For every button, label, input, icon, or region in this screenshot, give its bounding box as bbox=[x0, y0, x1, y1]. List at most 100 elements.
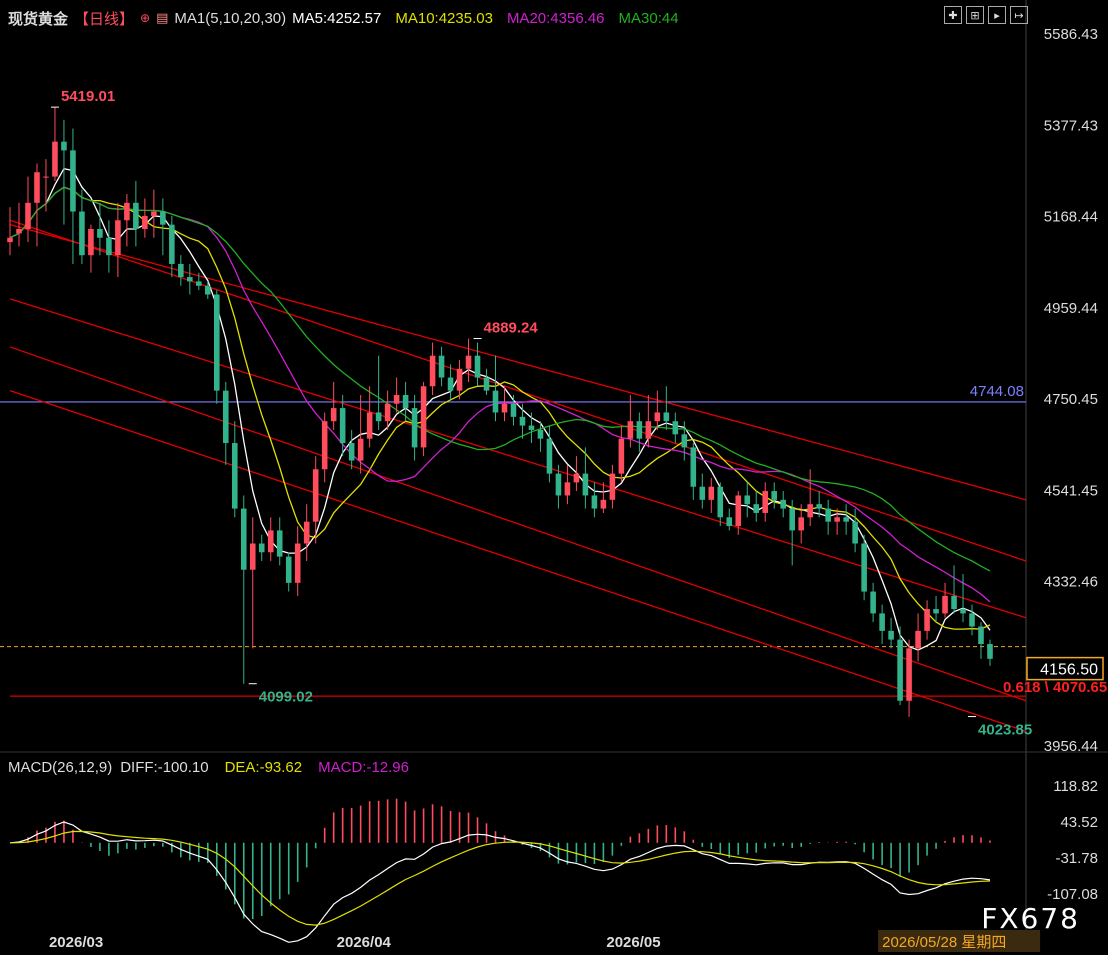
candle-body bbox=[70, 150, 76, 212]
candle-body bbox=[690, 447, 697, 487]
candle-body bbox=[879, 613, 885, 631]
candle-body bbox=[438, 355, 445, 378]
candle-body bbox=[708, 486, 715, 500]
candle-body bbox=[456, 368, 463, 391]
candle-body bbox=[735, 495, 742, 527]
current-price-label: 4156.50 bbox=[1040, 662, 1098, 679]
candle-body bbox=[978, 626, 984, 644]
macd-dea: DEA:-93.62 bbox=[224, 759, 303, 776]
price-annotation: 4023.85 bbox=[978, 722, 1032, 739]
candle-body bbox=[600, 499, 607, 509]
candle-body bbox=[618, 438, 625, 474]
candle-body bbox=[465, 355, 472, 369]
ma5-value: MA5:4252.57 bbox=[292, 9, 382, 27]
macd-diff: DIFF:-100.10 bbox=[120, 759, 209, 776]
candle-body bbox=[564, 482, 571, 496]
price-tick-label: 4541.45 bbox=[1044, 482, 1098, 499]
candle-body bbox=[151, 211, 157, 216]
candle-body bbox=[591, 495, 598, 509]
candle-body bbox=[519, 416, 526, 426]
candle-body bbox=[726, 517, 733, 527]
ma30-value: MA30:44 bbox=[618, 9, 679, 27]
candle-body bbox=[205, 285, 211, 295]
layout-icon[interactable]: ▸ bbox=[988, 6, 1006, 24]
candle-body bbox=[160, 211, 166, 225]
candle-body bbox=[762, 491, 769, 513]
macd-tick-label: -107.08 bbox=[1047, 886, 1098, 903]
candle-body bbox=[88, 229, 94, 256]
period-selector[interactable]: 【日线】 bbox=[74, 8, 134, 29]
candle-body bbox=[231, 443, 238, 509]
candle-body bbox=[870, 591, 876, 614]
candle-body bbox=[447, 377, 454, 391]
macd-tick-label: 43.52 bbox=[1060, 814, 1098, 831]
candle-body bbox=[915, 630, 921, 649]
candle-body bbox=[249, 543, 256, 570]
candle-body bbox=[789, 508, 795, 531]
symbol-title: 现货黄金 bbox=[8, 10, 69, 28]
candle-body bbox=[61, 141, 67, 151]
candle-body bbox=[240, 508, 247, 570]
candle-body bbox=[636, 421, 643, 439]
date-tick-label: 2026/05 bbox=[606, 934, 660, 951]
ma10-value: MA10:4235.03 bbox=[395, 9, 493, 27]
candle-body bbox=[861, 543, 867, 592]
candle-body bbox=[294, 543, 301, 583]
candle-body bbox=[933, 609, 939, 614]
candle-body bbox=[681, 434, 688, 448]
candle bbox=[420, 381, 427, 457]
chart-canvas: 5419.01 4099.02 4889.24 4023.85 0.618 \ 4070… bbox=[0, 0, 1108, 955]
candle-body bbox=[187, 277, 193, 282]
candle-body bbox=[330, 408, 337, 422]
candle bbox=[861, 534, 867, 601]
candle-body bbox=[888, 630, 894, 640]
candle-body bbox=[169, 224, 175, 264]
candle-body bbox=[339, 408, 346, 444]
candle-body bbox=[411, 408, 418, 448]
crosshair-icon[interactable]: ✚ bbox=[944, 6, 962, 24]
candle-body bbox=[672, 421, 679, 435]
candle-body bbox=[546, 438, 553, 474]
settings-icon[interactable]: ⊕ bbox=[140, 11, 150, 25]
candle-body bbox=[897, 639, 903, 701]
candle-body bbox=[717, 486, 724, 518]
ma20-value: MA20:4356.46 bbox=[506, 9, 605, 27]
candle-body bbox=[906, 648, 912, 701]
candle-body bbox=[780, 499, 786, 509]
candle-body bbox=[645, 421, 652, 439]
candle-body bbox=[7, 237, 13, 243]
price-tick-label: 3956.44 bbox=[1044, 738, 1098, 755]
candle-body bbox=[393, 394, 400, 404]
export-icon[interactable]: ↦ bbox=[1010, 6, 1028, 24]
grid-icon[interactable]: ⊞ bbox=[966, 6, 984, 24]
macd-params: MACD(26,12,9) bbox=[8, 759, 113, 776]
candle-body bbox=[384, 403, 391, 422]
ma-indicator-icon[interactable]: ▤ bbox=[156, 10, 168, 26]
candle-body bbox=[987, 643, 993, 659]
candle-body bbox=[942, 595, 948, 614]
candle-body bbox=[663, 412, 670, 422]
ma-params: MA1(5,10,20,30) bbox=[174, 9, 287, 27]
macd-header: MACD(26,12,9) DIFF:-100.10 DEA:-93.62 MA… bbox=[8, 759, 409, 776]
macd-tick-label: -31.78 bbox=[1055, 850, 1098, 867]
candle-body bbox=[924, 609, 930, 631]
candle-body bbox=[960, 609, 966, 614]
price-tick-label: 4959.44 bbox=[1044, 300, 1098, 317]
candle-body bbox=[429, 355, 436, 387]
candle-body bbox=[34, 172, 40, 203]
candle-body bbox=[303, 521, 310, 544]
price-tick-label: 4332.46 bbox=[1044, 574, 1098, 591]
candle-body bbox=[357, 438, 364, 461]
candle-body bbox=[375, 412, 382, 422]
chart-toolbar: ✚ ⊞ ▸ ↦ bbox=[944, 6, 1028, 24]
candle-body bbox=[483, 377, 490, 391]
candle-body bbox=[312, 469, 319, 522]
candle-body bbox=[528, 425, 535, 430]
candle-body bbox=[214, 294, 220, 391]
reference-line-label: 4744.08 bbox=[970, 383, 1024, 400]
candle-body bbox=[222, 390, 229, 444]
candle-body bbox=[807, 504, 813, 518]
candle-body bbox=[25, 202, 31, 230]
date-tick-label: 2026/03 bbox=[49, 934, 103, 951]
candle-body bbox=[555, 473, 562, 496]
